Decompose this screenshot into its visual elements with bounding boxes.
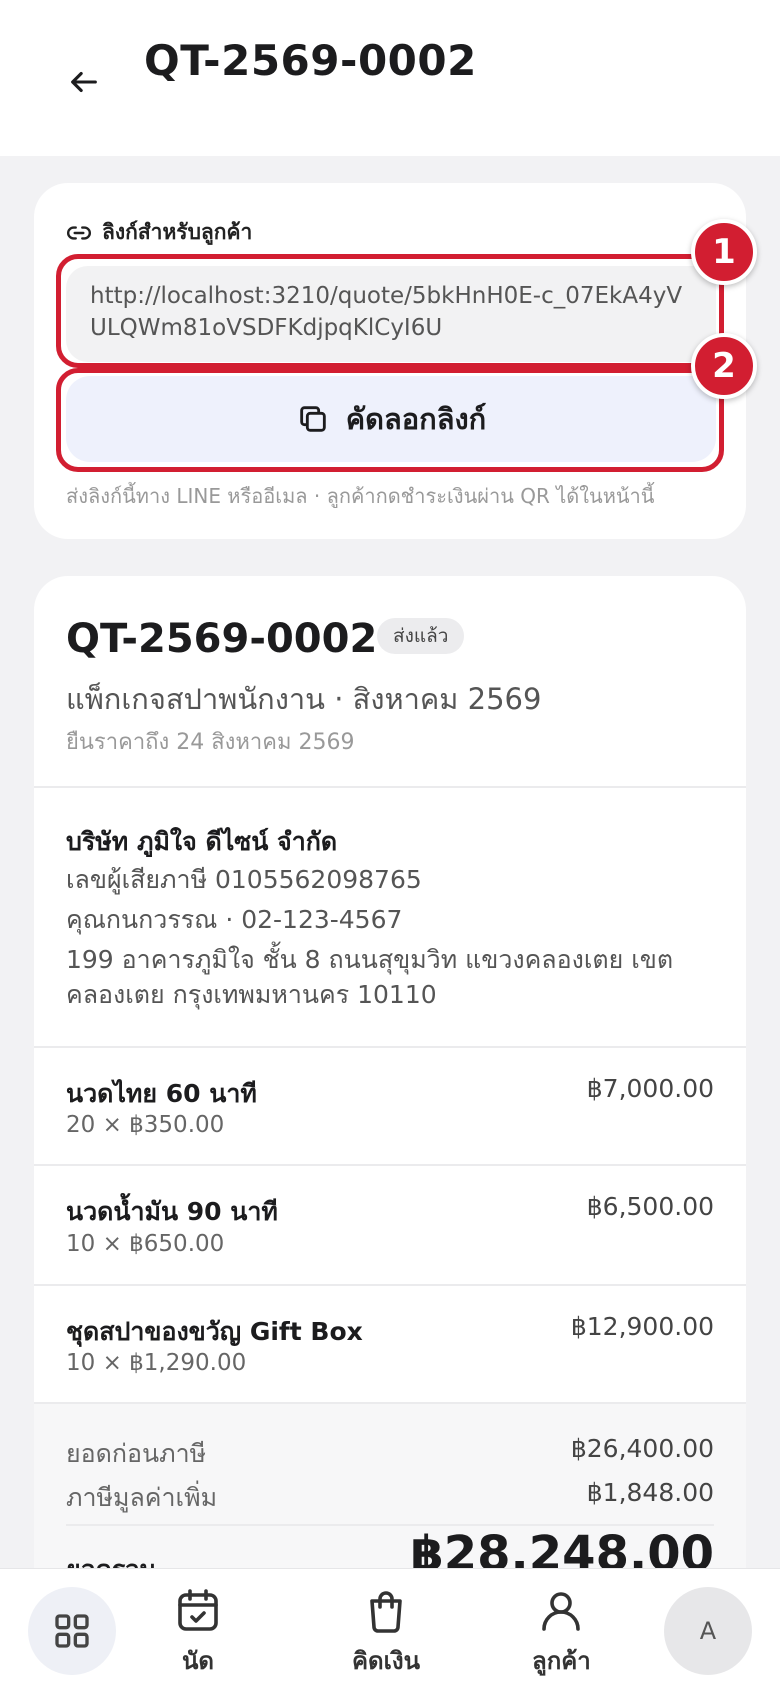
subtotal-label: ยอดก่อนภาษี (66, 1439, 207, 1468)
calendar-check-icon (178, 1589, 218, 1631)
bottom-nav: นัด คิดเงิน ลูกค้า A (0, 1568, 780, 1688)
link-hint: ส่งลิงก์นี้ทาง LINE หรืออีเมล · ลูกค้ากด… (66, 484, 655, 508)
link-label: ลิงก์สำหรับลูกค้า (66, 216, 252, 249)
quote-number: QT-2569-0002 (66, 616, 378, 662)
line-item-qty: 20 × ฿350.00 (66, 1112, 225, 1138)
marker-badge-1: 1 (691, 219, 757, 285)
line-item-amount: ฿7,000.00 (586, 1074, 714, 1103)
shopping-bag-icon (370, 1591, 402, 1633)
nav-billing[interactable]: คิดเงิน (352, 1587, 420, 1680)
nav-billing-label: คิดเงิน (352, 1647, 420, 1675)
valid-until: ยืนราคาถึง 24 สิงหาคม 2569 (66, 730, 355, 755)
back-button[interactable] (64, 62, 104, 102)
grid-icon (55, 1614, 89, 1648)
link-label-text: ลิงก์สำหรับลูกค้า (102, 220, 253, 244)
vat-label: ภาษีมูลค่าเพิ่ม (66, 1483, 218, 1512)
avatar[interactable]: A (664, 1587, 752, 1675)
marker-badge-2: 2 (691, 333, 757, 399)
line-item-amount: ฿6,500.00 (586, 1192, 714, 1221)
nav-appointments-label: นัด (182, 1647, 214, 1675)
line-item-qty: 10 × ฿1,290.00 (66, 1350, 247, 1376)
quote-subtitle: แพ็กเกจสปาพนักงาน · สิงหาคม 2569 (66, 682, 542, 716)
menu-grid-button[interactable] (28, 1587, 116, 1675)
customer-contact: คุณกนกวรรณ · 02-123-4567 (66, 905, 403, 934)
divider (34, 1284, 746, 1286)
nav-customers-label: ลูกค้า (532, 1647, 591, 1675)
customer-name: บริษัท ภูมิใจ ดีไซน์ จำกัด (66, 827, 338, 856)
customer-address: 199 อาคารภูมิใจ ชั้น 8 ถนนสุขุมวิท แขวงค… (66, 945, 674, 1009)
line-item-name: นวดไทย 60 นาที (66, 1079, 257, 1108)
highlight-box-1 (56, 254, 724, 368)
line-item-name: ชุดสปาของขวัญ Gift Box (66, 1317, 363, 1346)
page-title: QT-2569-0002 (144, 36, 477, 85)
divider (34, 1164, 746, 1166)
status-badge: ส่งแล้ว (377, 618, 465, 654)
divider (34, 786, 746, 788)
nav-customers[interactable]: ลูกค้า (532, 1587, 591, 1680)
quote-card: QT-2569-0002 ส่งแล้ว แพ็กเกจสปาพนักงาน ·… (34, 576, 746, 1688)
divider (34, 1402, 746, 1404)
user-icon (542, 1592, 581, 1631)
nav-appointments[interactable]: นัด (174, 1587, 222, 1680)
customer-tax-id: เลขผู้เสียภาษี 0105562098765 (66, 865, 422, 894)
divider (34, 1046, 746, 1048)
line-item-qty: 10 × ฿650.00 (66, 1231, 225, 1257)
back-arrow-icon (71, 71, 97, 93)
subtotal-value: ฿26,400.00 (570, 1434, 714, 1463)
line-item-name: นวดน้ำมัน 90 นาที (66, 1197, 278, 1226)
highlight-box-2 (56, 368, 724, 472)
link-icon (67, 225, 91, 240)
vat-value: ฿1,848.00 (586, 1478, 714, 1507)
app-header: QT-2569-0002 (0, 0, 780, 156)
line-item-amount: ฿12,900.00 (570, 1312, 714, 1341)
